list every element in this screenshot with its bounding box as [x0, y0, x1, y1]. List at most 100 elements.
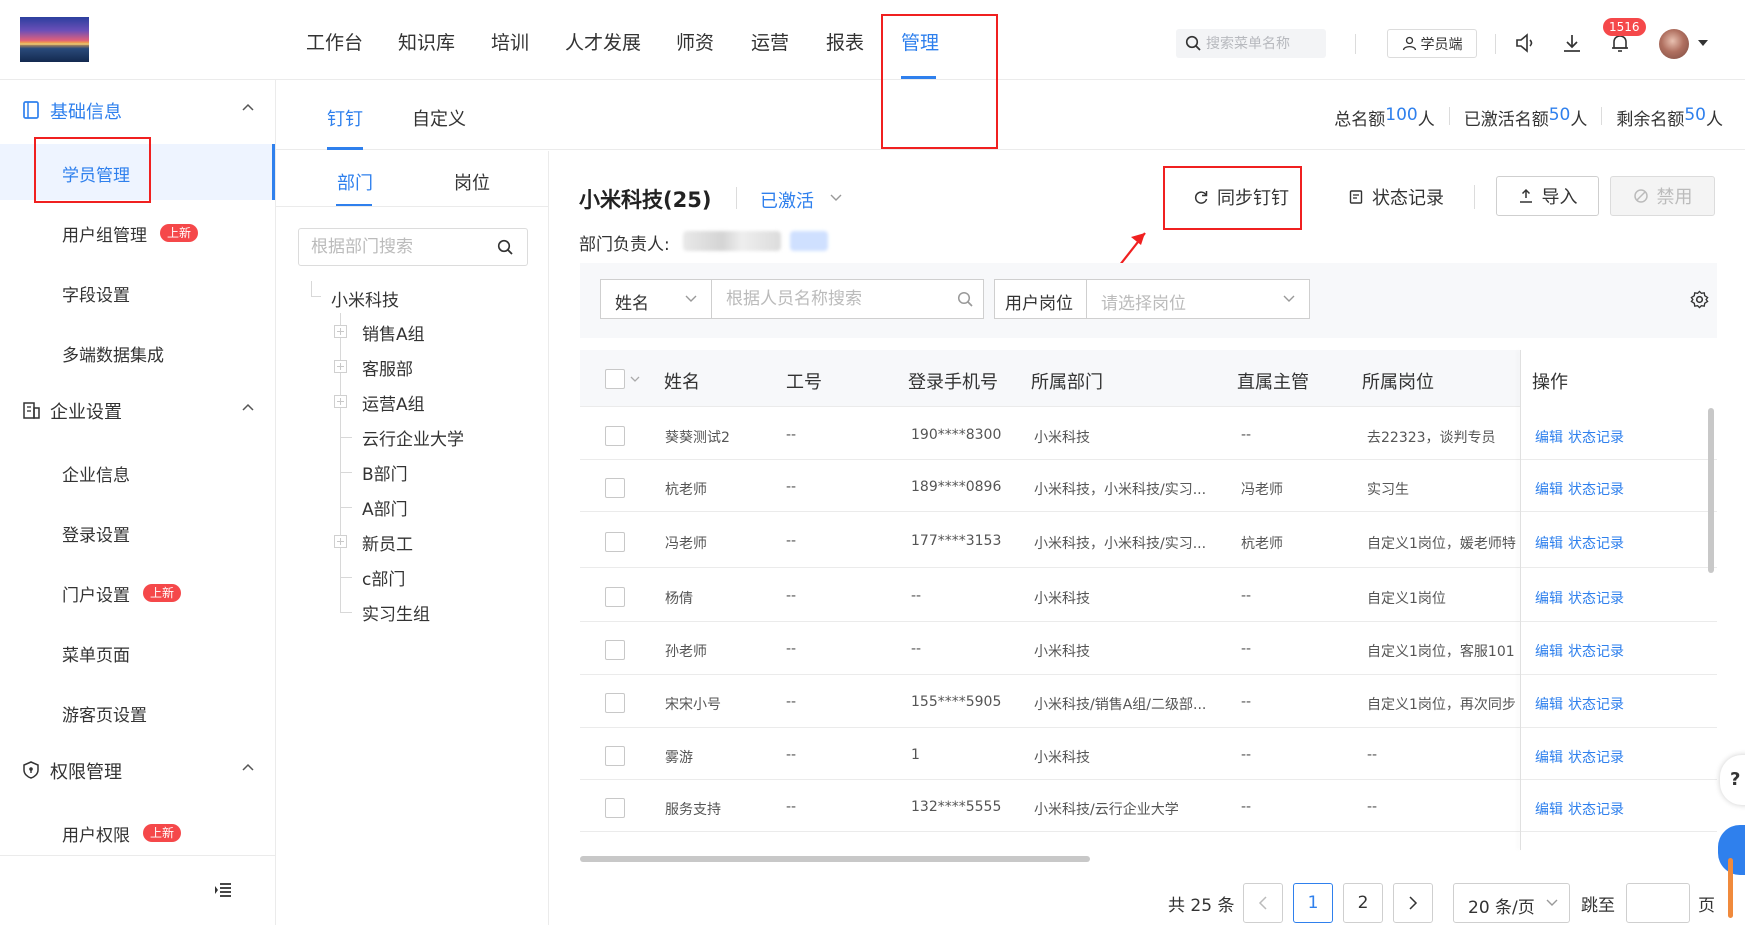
subtab-post[interactable]: 岗位 [454, 169, 490, 195]
row-checkbox[interactable] [605, 693, 625, 713]
nav-manage[interactable]: 管理 [901, 28, 939, 55]
sidebar-item-label: 多端数据集成 [62, 346, 164, 366]
sidebar-item-portal-settings[interactable]: 门户设置 上新 [0, 564, 275, 620]
gear-icon[interactable] [1690, 290, 1709, 309]
help-float-button[interactable]: ? [1720, 755, 1745, 805]
sidebar-item-guest-page[interactable]: 游客页设置 [0, 684, 275, 740]
edit-link[interactable]: 编辑 [1535, 799, 1563, 819]
select-all-checkbox[interactable] [605, 369, 625, 389]
next-page-button[interactable] [1393, 883, 1433, 923]
page-button-2[interactable]: 2 [1343, 883, 1383, 923]
import-button[interactable]: 导入 [1496, 176, 1599, 216]
edit-link[interactable]: 编辑 [1535, 479, 1563, 499]
tree-node[interactable]: 实习生组 [362, 600, 430, 625]
post-select[interactable]: 请选择岗位 [1086, 279, 1310, 319]
tree-node[interactable]: 云行企业大学 [362, 425, 464, 450]
nav-reports[interactable]: 报表 [826, 28, 864, 55]
table-horizontal-scrollbar[interactable] [580, 856, 1090, 862]
row-checkbox[interactable] [605, 532, 625, 552]
row-checkbox[interactable] [605, 587, 625, 607]
table-vertical-scrollbar[interactable] [1708, 408, 1714, 573]
expand-icon[interactable] [334, 395, 347, 408]
status-log-link[interactable]: 状态记录 [1568, 747, 1624, 767]
status-log-link[interactable]: 状态记录 [1568, 533, 1624, 553]
tree-node-root[interactable]: 小米科技 [331, 286, 399, 311]
status-log-link[interactable]: 状态记录 [1568, 427, 1624, 447]
jump-page-field[interactable] [1627, 884, 1689, 922]
sidebar-group-enterprise[interactable]: 企业设置 [0, 394, 276, 426]
row-checkbox[interactable] [605, 426, 625, 446]
tree-node[interactable]: B部门 [362, 460, 408, 485]
status-log-link[interactable]: 状态记录 [1568, 479, 1624, 499]
search-icon[interactable] [497, 239, 514, 256]
tree-node[interactable]: 客服部 [362, 355, 413, 380]
subtab-department[interactable]: 部门 [337, 169, 373, 195]
sidebar-item-student-manage[interactable]: 学员管理 [0, 144, 275, 200]
sync-dingtalk-button[interactable]: 同步钉钉 [1176, 177, 1306, 217]
edit-link[interactable]: 编辑 [1535, 533, 1563, 553]
menu-search-input[interactable] [1206, 33, 1321, 54]
sidebar-group-basic[interactable]: 基础信息 [0, 94, 276, 126]
nav-talent[interactable]: 人才发展 [565, 28, 641, 55]
page-button-1[interactable]: 1 [1293, 883, 1333, 923]
jump-page-input[interactable] [1626, 883, 1690, 923]
department-search[interactable] [298, 228, 528, 266]
tree-node[interactable]: 运营A组 [362, 390, 425, 415]
sidebar-item-login-settings[interactable]: 登录设置 [0, 504, 275, 560]
page-size-select[interactable]: 20 条/页 [1453, 883, 1570, 923]
row-checkbox[interactable] [605, 798, 625, 818]
status-select[interactable]: 已激活 [760, 187, 842, 213]
disable-button[interactable]: 禁用 [1610, 176, 1715, 216]
menu-search[interactable] [1176, 29, 1326, 58]
caret-down-icon[interactable] [1698, 40, 1708, 46]
edit-link[interactable]: 编辑 [1535, 427, 1563, 447]
sidebar-item-user-group[interactable]: 用户组管理 上新 [0, 204, 275, 260]
edit-link[interactable]: 编辑 [1535, 588, 1563, 608]
nav-workbench[interactable]: 工作台 [306, 28, 363, 55]
expand-icon[interactable] [334, 360, 347, 373]
tree-node[interactable]: 销售A组 [362, 320, 425, 345]
row-checkbox[interactable] [605, 746, 625, 766]
tree-node[interactable]: c部门 [362, 565, 405, 590]
nav-teachers[interactable]: 师资 [676, 28, 714, 55]
status-log-button[interactable]: 状态记录 [1336, 177, 1456, 217]
tab-custom[interactable]: 自定义 [412, 105, 466, 131]
student-portal-button[interactable]: 学员端 [1387, 29, 1477, 58]
name-search[interactable] [711, 279, 984, 319]
speaker-icon[interactable] [1514, 32, 1536, 54]
expand-icon[interactable] [334, 535, 347, 548]
prev-page-button[interactable] [1243, 883, 1283, 923]
collapse-menu-icon[interactable] [214, 882, 232, 898]
sidebar-item-enterprise-info[interactable]: 企业信息 [0, 444, 275, 500]
expand-icon[interactable] [334, 325, 347, 338]
edit-link[interactable]: 编辑 [1535, 747, 1563, 767]
status-log-link[interactable]: 状态记录 [1568, 694, 1624, 714]
status-log-link[interactable]: 状态记录 [1568, 799, 1624, 819]
tab-dingtalk[interactable]: 钉钉 [327, 105, 363, 131]
department-search-input[interactable] [311, 236, 491, 258]
sidebar-item-menu-page[interactable]: 菜单页面 [0, 624, 275, 680]
column-header-dept: 所属部门 [1031, 372, 1103, 393]
avatar[interactable] [1659, 29, 1689, 59]
sidebar-item-field-settings[interactable]: 字段设置 [0, 264, 275, 320]
nav-knowledge[interactable]: 知识库 [398, 28, 455, 55]
sidebar-item-data-integration[interactable]: 多端数据集成 [0, 324, 275, 380]
field-select[interactable]: 姓名 [600, 279, 712, 319]
tree-node[interactable]: 新员工 [362, 530, 413, 555]
edit-link[interactable]: 编辑 [1535, 694, 1563, 714]
download-icon[interactable] [1561, 32, 1583, 54]
company-logo[interactable] [20, 17, 89, 62]
nav-operations[interactable]: 运营 [751, 28, 789, 55]
search-icon[interactable] [957, 291, 974, 308]
name-search-input[interactable] [726, 288, 946, 310]
chevron-down-icon[interactable] [630, 376, 640, 383]
sidebar-item-user-permission[interactable]: 用户权限 上新 [0, 804, 275, 860]
row-checkbox[interactable] [605, 478, 625, 498]
status-log-link[interactable]: 状态记录 [1568, 588, 1624, 608]
sidebar-group-permission[interactable]: 权限管理 [0, 754, 276, 786]
edit-link[interactable]: 编辑 [1535, 641, 1563, 661]
tree-node[interactable]: A部门 [362, 495, 408, 520]
nav-training[interactable]: 培训 [491, 28, 529, 55]
row-checkbox[interactable] [605, 640, 625, 660]
status-log-link[interactable]: 状态记录 [1568, 641, 1624, 661]
